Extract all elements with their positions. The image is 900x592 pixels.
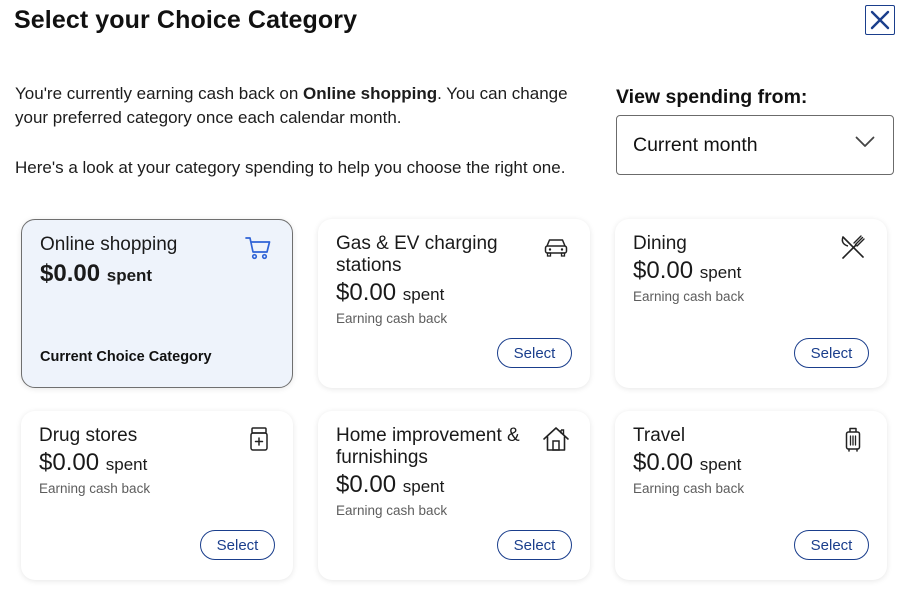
spent-label: spent <box>402 285 445 304</box>
spent-amount: $0.00 spent <box>633 449 741 477</box>
intro-text: You're currently earning cash back on On… <box>15 82 605 130</box>
spent-label: spent <box>699 455 742 474</box>
chevron-down-icon <box>855 136 875 147</box>
amount-value: $0.00 <box>633 257 694 284</box>
category-card-gas-ev: Gas & EV charging stations $0.00 spent E… <box>318 219 590 388</box>
category-card-travel: Travel $0.00 spent Earning cash back Sel… <box>615 411 887 580</box>
select-button-dining[interactable]: Select <box>794 338 869 368</box>
luggage-icon <box>845 427 861 452</box>
spending-period-value: Current month <box>633 133 758 156</box>
car-icon <box>544 239 568 257</box>
shopping-cart-icon <box>245 237 271 260</box>
category-card-home-improvement: Home improvement & furnishings $0.00 spe… <box>318 411 590 580</box>
category-name: Gas & EV charging stations <box>336 233 498 276</box>
close-button[interactable] <box>865 5 895 35</box>
spending-period-dropdown[interactable]: Current month <box>616 115 894 175</box>
category-card-online-shopping: Online shopping $0.00 spent Current Choi… <box>21 219 293 388</box>
category-name: Online shopping <box>40 234 178 255</box>
select-button-drug-stores[interactable]: Select <box>200 530 275 560</box>
house-icon <box>543 427 569 451</box>
spent-label: spent <box>106 266 153 285</box>
spent-amount: $0.00 spent <box>336 279 444 307</box>
intro-prefix: You're currently earning cash back on <box>15 84 304 103</box>
amount-value: $0.00 <box>40 260 101 287</box>
earning-note: Earning cash back <box>336 311 448 326</box>
spent-amount: $0.00 spent <box>633 257 741 285</box>
category-name: Home improvement & furnishings <box>336 425 520 468</box>
select-button-gas-ev[interactable]: Select <box>497 338 572 368</box>
choice-category-modal: Select your Choice Category You're curre… <box>0 0 900 592</box>
close-icon <box>870 10 890 30</box>
category-card-dining: Dining $0.00 spent Earning cash back Sel… <box>615 219 887 388</box>
earning-note: Earning cash back <box>633 481 745 496</box>
view-spending-label: View spending from: <box>616 86 808 108</box>
current-category-name: Online shopping <box>303 84 438 103</box>
current-choice-label: Current Choice Category <box>40 349 212 365</box>
fork-knife-icon <box>841 235 865 259</box>
spent-amount: $0.00 spent <box>336 471 444 499</box>
amount-value: $0.00 <box>336 471 397 498</box>
category-name: Drug stores <box>39 425 138 446</box>
earning-note: Earning cash back <box>39 481 151 496</box>
spent-amount: $0.00 spent <box>39 449 147 477</box>
select-button-travel[interactable]: Select <box>794 530 869 560</box>
category-name: Travel <box>633 425 686 446</box>
earning-note: Earning cash back <box>633 289 745 304</box>
spent-amount: $0.00 spent <box>40 260 152 288</box>
category-card-drug-stores: Drug stores $0.00 spent Earning cash bac… <box>21 411 293 580</box>
amount-value: $0.00 <box>39 449 100 476</box>
spent-label: spent <box>402 477 445 496</box>
amount-value: $0.00 <box>633 449 694 476</box>
select-button-home-improvement[interactable]: Select <box>497 530 572 560</box>
modal-title: Select your Choice Category <box>14 6 358 34</box>
spent-label: spent <box>699 263 742 282</box>
earning-note: Earning cash back <box>336 503 448 518</box>
amount-value: $0.00 <box>336 279 397 306</box>
hint-text: Here's a look at your category spending … <box>15 158 566 177</box>
category-name: Dining <box>633 233 687 254</box>
spent-label: spent <box>105 455 148 474</box>
pill-bottle-icon <box>250 427 268 451</box>
